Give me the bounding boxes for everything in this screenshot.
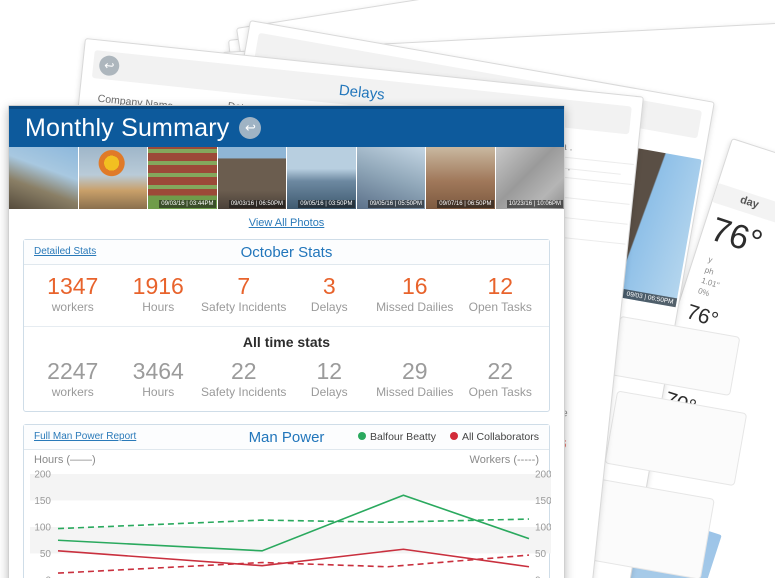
y-axis-tick-left: 100 [34,523,51,534]
y-axis-tick-right: 50 [535,549,547,560]
photo-timestamp: 09/05/16 | 05:50PM [367,200,424,208]
legend-item: Balfour Beatty [358,431,436,443]
stat-label: Missed Dailies [376,300,454,314]
photo-thumbnail[interactable]: 09/07/16 | 06:50PM [426,147,495,209]
stat-value: 22 [230,358,257,384]
photo-thumbnail[interactable]: 09/03/16 | 06:50PM [217,147,286,209]
axis-labels-row: Hours (——) Workers (-----) [24,450,549,466]
photo-timestamp: 09/03/16 | 03:44PM [159,200,216,208]
stat-value: 3 [322,273,336,299]
stat-label: Safety Incidents [201,300,287,314]
photo-thumbnail[interactable]: 09/05/16 | 05:50PM [356,147,425,209]
stat-value: 3464 [132,358,184,384]
stat-label: workers [51,385,94,399]
photo-thumbnail[interactable]: 09/05/16 | 03:50PM [287,147,356,209]
photo-thumbnail[interactable]: 10/23/16 | 10:06PM [495,147,564,209]
view-all-photos-link[interactable]: View All Photos [9,217,564,229]
stat-item: 1347 workers [30,273,116,314]
stat-label: Missed Dailies [376,385,454,399]
chart-legend: Balfour Beatty All Collaborators [358,431,539,443]
legend-dot-icon [358,432,366,440]
stat-item: 12 Open Tasks [458,273,544,314]
y-axis-tick-right: 150 [535,496,551,507]
stat-value: 22 [487,358,514,384]
stat-label: Hours [142,385,175,399]
y-axis-tick-right: 200 [535,470,551,481]
back-icon[interactable]: ↩ [239,117,262,139]
photo-thumbnail[interactable]: 09/03/16 | 03:44PM [148,147,217,209]
y-axis-tick-right: 100 [535,523,551,534]
manpower-panel: Full Man Power Report Man Power Balfour … [23,424,551,578]
page-title: Monthly Summary [25,113,230,142]
legend-item: All Collaborators [449,431,539,443]
stat-item: 3 Delays [287,273,373,314]
stats-panel: Detailed Stats October Stats 1347 workers… [23,239,550,412]
stat-value: 16 [401,273,428,299]
stat-label: Open Tasks [468,385,532,399]
app-screen: day 76° yph1.01"0% 76° 70° 09/03 | 06:50… [0,0,775,578]
stat-label: Safety Incidents [201,385,287,399]
photo-timestamp: 10/23/16 | 10:06PM [506,200,563,208]
photo-thumbnail[interactable] [78,147,147,209]
monthly-summary-header: Monthly Summary ↩ [9,106,564,147]
manpower-line-chart: 0050501001001501502002001234567891011121… [30,470,551,578]
alltime-stats-title: All time stats [24,326,549,350]
stat-value: 29 [401,358,428,384]
photo-timestamp: 09/07/16 | 06:50PM [437,200,494,208]
chart-line-all-collaborators-workers [57,554,530,574]
monthly-summary-card: Monthly Summary ↩ 09/03/16 | 03:44PM 09/… [8,105,565,578]
weather-details: y ph 1.01" 0% [697,254,728,302]
stat-label: workers [51,300,94,314]
october-stats-title: October Stats [240,244,333,261]
stat-label: Open Tasks [468,300,532,314]
october-stats-row: 1347 workers 1916 Hours 7 Safety Incidents 3 De… [24,265,549,326]
photo-strip: 09/03/16 | 03:44PM 09/03/16 | 06:50PM 09… [9,147,564,209]
manpower-panel-header: Full Man Power Report Man Power Balfour … [24,425,549,450]
y-axis-tick-left: 200 [34,470,51,481]
stat-item: 22 Safety Incidents [201,358,287,399]
stats-panel-header: Detailed Stats October Stats [24,240,549,265]
stat-value: 12 [487,273,514,299]
stat-item: 16 Missed Dailies [372,273,458,314]
stat-item: 12 Delays [287,358,373,399]
stat-value: 1347 [47,273,99,299]
stat-label: Delays [310,385,348,399]
stat-label: Delays [310,300,348,314]
stat-item: 7 Safety Incidents [201,273,287,314]
stat-value: 1916 [132,273,184,299]
stat-value: 7 [237,273,251,299]
right-axis-label: Workers (-----) [469,454,539,466]
stat-value: 2247 [47,358,99,384]
legend-dot-icon [449,432,458,440]
stat-label: Hours [142,300,175,314]
left-axis-label: Hours (——) [34,454,96,466]
stat-item: 2247 workers [30,358,116,399]
alltime-stats-row: 2247 workers 3464 Hours 22 Safety Incidents 12… [24,350,549,411]
y-axis-tick-left: 50 [40,549,52,560]
stat-value: 12 [316,358,343,384]
stat-item: 3464 Hours [116,358,202,399]
stat-item: 1916 Hours [116,273,202,314]
photo-timestamp: 09/03/16 | 06:50PM [228,200,285,208]
chart-band [30,474,551,501]
photo-thumbnail[interactable] [9,147,78,209]
stat-item: 22 Open Tasks [458,358,544,399]
stat-item: 29 Missed Dailies [372,358,458,399]
y-axis-tick-left: 150 [34,496,51,507]
photo-timestamp: 09/05/16 | 03:50PM [298,200,355,208]
